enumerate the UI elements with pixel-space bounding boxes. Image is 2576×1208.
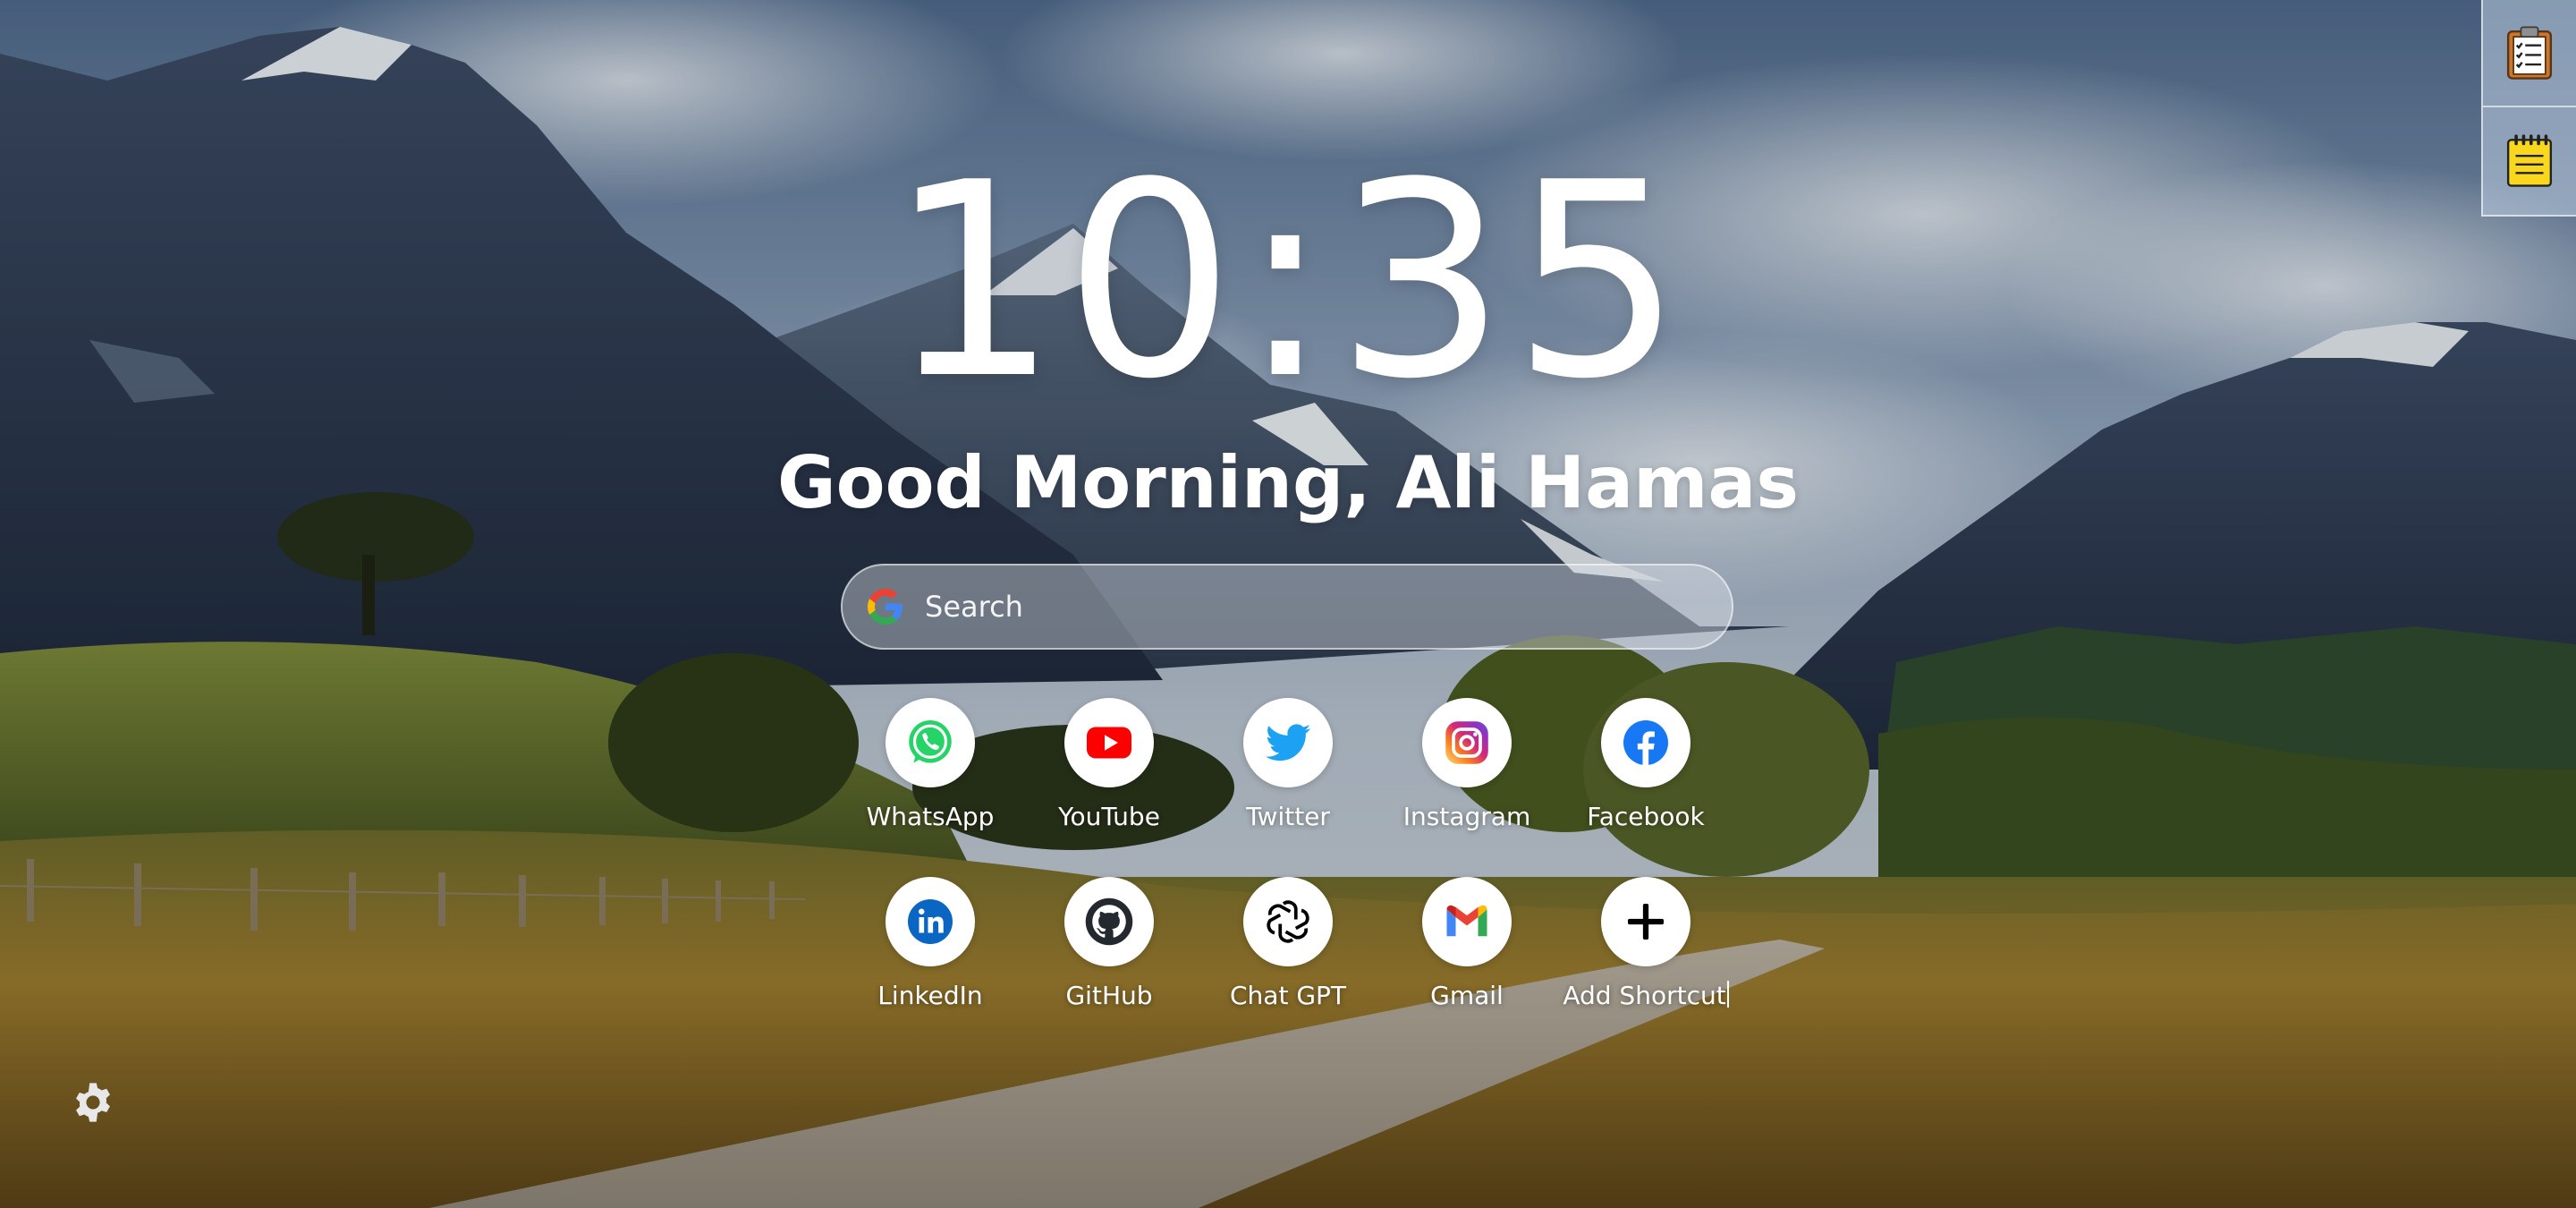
shortcut-label: Facebook <box>1587 802 1705 831</box>
search-bar[interactable] <box>841 564 1733 650</box>
chatgpt-icon <box>1267 900 1309 943</box>
shortcut-label: Add Shortcut <box>1563 981 1726 1010</box>
shortcut-youtube-circle[interactable] <box>1064 698 1154 787</box>
shortcut-github-circle[interactable] <box>1064 877 1154 966</box>
youtube-icon <box>1087 727 1131 759</box>
shortcut-label: WhatsApp <box>866 802 995 831</box>
add-shortcut-label: Add Shortcut <box>1556 981 1735 1011</box>
facebook-icon <box>1623 720 1668 765</box>
shortcuts-row-2: LinkedIn GitHub Chat GPT Gmail Add Short… <box>0 877 2576 1047</box>
shortcut-gmail[interactable]: Gmail <box>1377 877 1556 1011</box>
notepad-icon <box>2506 134 2553 187</box>
search-input[interactable] <box>923 570 1732 643</box>
greeting-text: Good Morning, Ali Hamas <box>776 441 1800 524</box>
twitter-icon <box>1266 724 1310 761</box>
linkedin-icon <box>908 899 953 944</box>
shortcut-chatgpt-circle[interactable] <box>1243 877 1333 966</box>
shortcut-instagram[interactable]: Instagram <box>1377 698 1556 832</box>
plus-icon <box>1628 904 1664 940</box>
whatsapp-icon <box>909 720 952 763</box>
gmail-icon <box>1446 905 1487 937</box>
shortcut-whatsapp-circle[interactable] <box>886 698 975 787</box>
shortcut-instagram-circle[interactable] <box>1422 698 1512 787</box>
clock-time: 10:35 <box>887 125 1689 438</box>
shortcut-label: Gmail <box>1430 981 1504 1010</box>
shortcut-linkedin[interactable]: LinkedIn <box>841 877 1020 1011</box>
google-icon <box>868 589 902 625</box>
add-shortcut-button[interactable]: Add Shortcut <box>1556 877 1735 1011</box>
shortcut-label: GitHub <box>1065 981 1153 1010</box>
shortcut-facebook-circle[interactable] <box>1601 698 1690 787</box>
shortcut-gmail-circle[interactable] <box>1422 877 1512 966</box>
add-shortcut-circle[interactable] <box>1601 877 1690 966</box>
notes-button[interactable] <box>2483 107 2576 213</box>
shortcut-label: Twitter <box>1246 802 1330 831</box>
text-caret <box>1726 981 1729 1008</box>
shortcut-twitter-circle[interactable] <box>1243 698 1333 787</box>
gear-icon[interactable] <box>70 1079 116 1126</box>
shortcut-twitter[interactable]: Twitter <box>1199 698 1377 832</box>
clipboard-checklist-icon <box>2506 26 2553 80</box>
shortcut-github[interactable]: GitHub <box>1020 877 1199 1011</box>
todo-list-button[interactable] <box>2483 0 2576 107</box>
side-panel <box>2481 0 2576 217</box>
github-icon <box>1085 897 1133 946</box>
shortcut-whatsapp[interactable]: WhatsApp <box>841 698 1020 832</box>
shortcut-chatgpt[interactable]: Chat GPT <box>1199 877 1377 1011</box>
shortcut-label: Instagram <box>1402 802 1531 831</box>
shortcut-linkedin-circle[interactable] <box>886 877 975 966</box>
shortcut-facebook[interactable]: Facebook <box>1556 698 1735 832</box>
shortcut-youtube[interactable]: YouTube <box>1020 698 1199 832</box>
instagram-icon <box>1445 721 1488 764</box>
shortcut-label: YouTube <box>1058 802 1160 831</box>
shortcut-label: Chat GPT <box>1229 981 1347 1010</box>
shortcuts-row-1: WhatsApp YouTube Twitter Instagram Faceb… <box>0 698 2576 868</box>
shortcut-label: LinkedIn <box>877 981 983 1010</box>
